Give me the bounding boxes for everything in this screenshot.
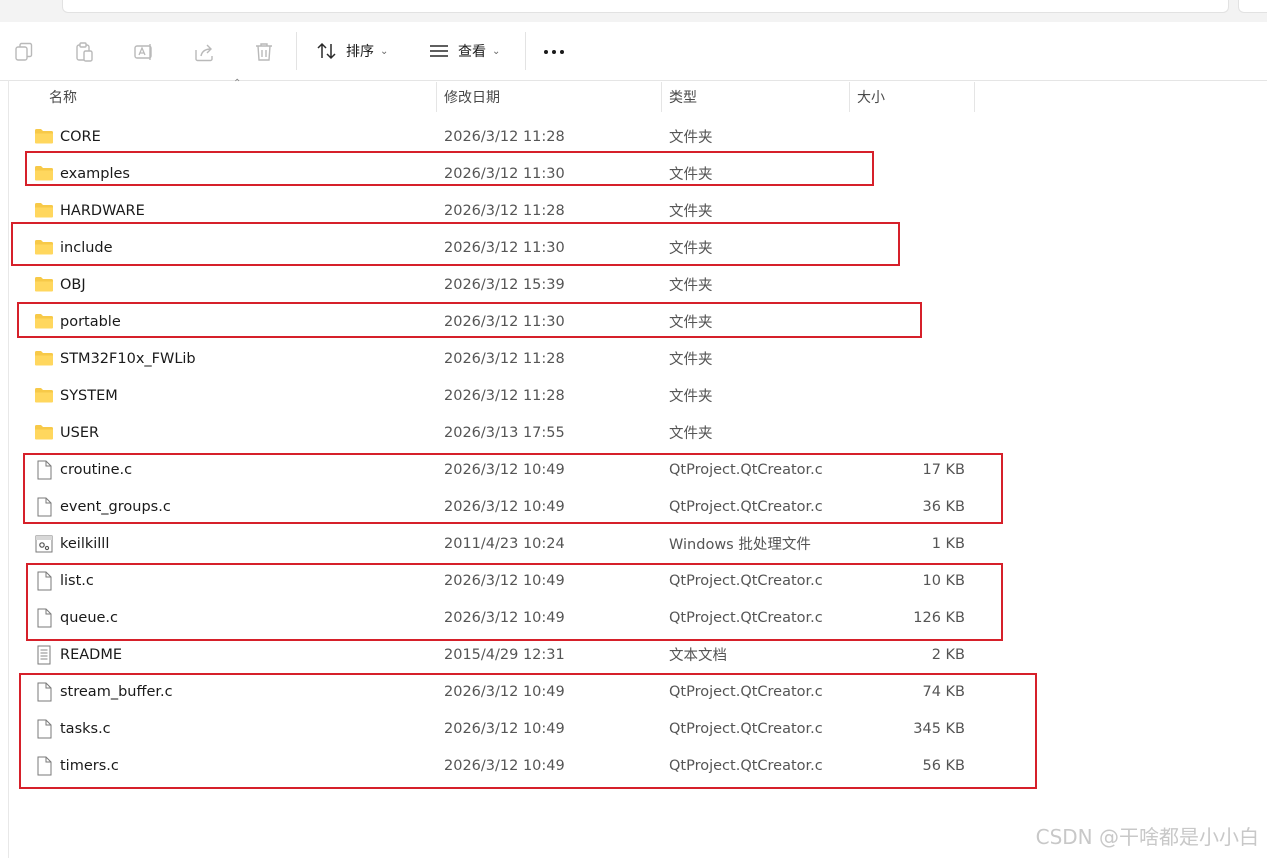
file-name: CORE [60, 128, 101, 145]
folder-icon [34, 423, 54, 441]
column-header-label: 修改日期 [444, 90, 500, 106]
file-row[interactable]: STM32F10x_FWLib 2026/3/12 11:28 文件夹 [20, 340, 1020, 377]
file-size [860, 377, 965, 414]
file-type: 文件夹 [669, 389, 713, 405]
file-type: Windows 批处理文件 [669, 537, 811, 553]
file-row[interactable]: keilkilll 2011/4/23 10:24 Windows 批处理文件 1 K… [20, 525, 1020, 562]
folder-icon [34, 201, 54, 219]
folder-icon [34, 275, 54, 293]
file-size [860, 266, 965, 303]
file-type: 文件夹 [669, 278, 713, 294]
folder-icon [34, 386, 54, 404]
highlight-box [25, 151, 874, 186]
file-date: 2011/4/23 10:24 [444, 535, 565, 552]
file-date: 2026/3/12 11:28 [444, 387, 565, 404]
toolbar-separator [296, 32, 297, 70]
chevron-down-icon: ⌄ [380, 45, 389, 57]
watermark: CSDN @干啥都是小小白 [1035, 825, 1259, 849]
file-date: 2026/3/13 17:55 [444, 424, 565, 441]
command-bar: 排序 ⌄ 查看 ⌄ [0, 22, 1267, 81]
column-divider[interactable] [661, 82, 662, 112]
sort-button[interactable]: 排序 ⌄ [316, 36, 388, 66]
search-box[interactable] [1238, 0, 1267, 13]
column-header-name[interactable]: 名称 [49, 82, 434, 112]
file-size [860, 414, 965, 451]
file-row[interactable]: OBJ 2026/3/12 15:39 文件夹 [20, 266, 1020, 303]
highlight-box [23, 453, 1003, 524]
paste-icon[interactable] [73, 41, 95, 63]
address-bar[interactable] [62, 0, 1229, 13]
file-row[interactable]: CORE 2026/3/12 11:28 文件夹 [20, 118, 1020, 155]
file-name: README [60, 646, 122, 663]
address-bar-area [0, 0, 1267, 23]
highlight-box [11, 222, 900, 266]
column-header-date[interactable]: 修改日期 [444, 82, 659, 112]
file-type: 文件夹 [669, 130, 713, 146]
batch-file-icon [34, 534, 54, 553]
column-header-label: 大小 [857, 90, 885, 106]
file-date: 2026/3/12 11:28 [444, 350, 565, 367]
file-date: 2015/4/29 12:31 [444, 646, 565, 663]
file-name: USER [60, 424, 100, 441]
view-button[interactable]: 查看 ⌄ [428, 36, 500, 66]
pane-divider [8, 80, 9, 858]
text-file-icon [34, 645, 54, 665]
file-name: OBJ [60, 276, 86, 293]
column-divider[interactable] [849, 82, 850, 112]
view-list-icon [430, 45, 448, 57]
chevron-down-icon: ⌄ [492, 45, 501, 57]
view-label: 查看 [458, 44, 486, 60]
sort-label: 排序 [346, 44, 374, 60]
file-size [860, 118, 965, 155]
folder-icon [34, 349, 54, 367]
file-size: 2 KB [931, 646, 965, 663]
column-divider[interactable] [436, 82, 437, 112]
file-type: 文件夹 [669, 352, 713, 368]
share-icon[interactable] [193, 41, 215, 63]
column-header-label: 类型 [669, 90, 697, 106]
file-size: 1 KB [931, 535, 965, 552]
file-type: 文本文档 [669, 648, 727, 664]
sort-icon [317, 42, 336, 60]
highlight-box [26, 563, 1003, 641]
file-date: 2026/3/12 11:28 [444, 128, 565, 145]
file-size [860, 340, 965, 377]
more-options-icon[interactable] [544, 50, 564, 54]
file-row[interactable]: README 2015/4/29 12:31 文本文档 2 KB [20, 636, 1020, 673]
file-size [860, 155, 965, 192]
toolbar-separator [525, 32, 526, 70]
column-header-type[interactable]: 类型 [669, 82, 847, 112]
file-date: 2026/3/12 15:39 [444, 276, 565, 293]
delete-icon[interactable] [253, 41, 275, 63]
copy-icon[interactable] [13, 41, 35, 63]
highlight-box [19, 673, 1037, 789]
file-name: SYSTEM [60, 387, 118, 404]
highlight-box [17, 302, 922, 338]
column-header-label: 名称 [49, 90, 77, 106]
file-row[interactable]: USER 2026/3/13 17:55 文件夹 [20, 414, 1020, 451]
column-divider[interactable] [974, 82, 975, 112]
file-type: 文件夹 [669, 426, 713, 442]
rename-icon[interactable] [133, 41, 155, 63]
file-name: keilkilll [60, 535, 110, 552]
file-name: STM32F10x_FWLib [60, 350, 196, 367]
column-header-size[interactable]: 大小 [857, 82, 972, 112]
file-row[interactable]: SYSTEM 2026/3/12 11:28 文件夹 [20, 377, 1020, 414]
folder-icon [34, 127, 54, 145]
